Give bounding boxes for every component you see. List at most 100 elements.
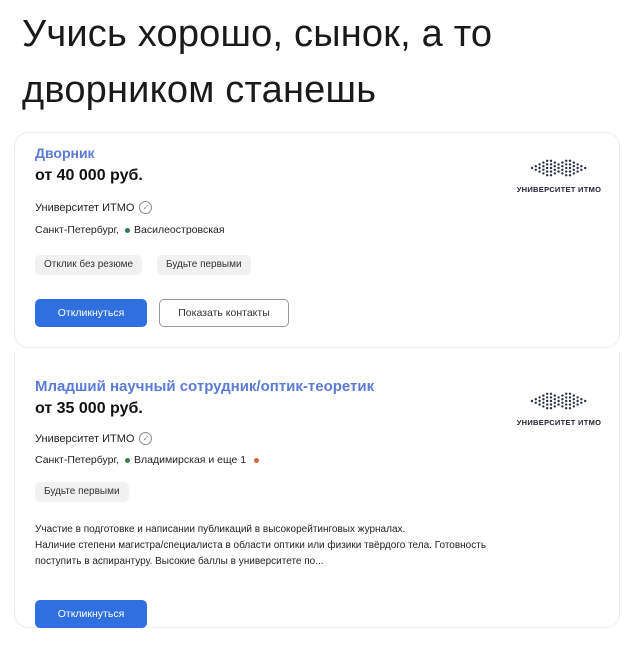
logo-dot <box>584 166 587 170</box>
vacancy-title-link[interactable]: Младший научный сотрудник/оптик-теоретик <box>35 378 374 395</box>
logo-dot <box>565 407 568 410</box>
employer-info: Университет ИТМО ✓ <box>35 432 153 445</box>
logo-dot <box>580 398 583 401</box>
logo-dot <box>580 165 583 168</box>
logo-dot <box>557 163 560 166</box>
logo-dot <box>565 159 568 162</box>
logo-dot <box>568 392 572 395</box>
logo-dot <box>576 403 579 406</box>
vacancy-description: Участие в подготовке и написании публика… <box>35 522 605 570</box>
logo-dot <box>557 396 560 399</box>
logo-dot <box>561 401 564 404</box>
apply-button[interactable]: Откликнуться <box>35 299 147 327</box>
be-first-tag: Будьте первыми <box>35 482 129 502</box>
logo-dot <box>530 399 534 403</box>
logo-dot <box>557 399 560 403</box>
logo-dot <box>542 398 545 401</box>
logo-dot <box>572 172 575 175</box>
logo-dot <box>546 170 549 173</box>
vacancy-salary: от 40 000 руб. <box>35 167 143 184</box>
logo-dot <box>553 168 556 171</box>
logo-dot <box>538 403 541 406</box>
logo-dot <box>553 405 556 408</box>
employer-logo[interactable]: УНИВЕРСИТЕТ ИТМО <box>511 390 607 427</box>
logo-dot <box>565 170 568 173</box>
employer-logo[interactable]: УНИВЕРСИТЕТ ИТМО <box>511 157 607 194</box>
logo-dot <box>534 168 537 171</box>
logo-dot <box>553 165 556 168</box>
logo-dot <box>568 396 572 399</box>
logo-dot <box>568 407 572 410</box>
logo-dot <box>549 174 553 177</box>
vacancy-card: Младший научный сотрудник/оптик-теоретик… <box>14 352 620 628</box>
logo-dot <box>553 161 556 164</box>
no-resume-tag: Отклик без резюме <box>35 255 143 275</box>
logo-dot <box>549 399 553 403</box>
logo-dot <box>565 174 568 177</box>
logo-dot <box>538 399 541 403</box>
employer-info: Университет ИТМО ✓ <box>35 201 153 214</box>
logo-dot <box>565 163 568 166</box>
logo-dot <box>568 166 572 170</box>
logo-dot <box>580 401 583 404</box>
logo-dot <box>549 403 553 406</box>
logo-dot <box>538 163 541 166</box>
logo-dot <box>565 166 568 170</box>
vacancy-location: Санкт-Петербург, Василеостровская <box>35 224 225 236</box>
logo-dot <box>549 166 553 170</box>
logo-dot <box>549 170 553 173</box>
logo-dot <box>568 163 572 166</box>
logo-dot <box>546 392 549 395</box>
logo-text: УНИВЕРСИТЕТ ИТМО <box>516 185 602 194</box>
logo-dot <box>542 405 545 408</box>
metro-line-icon <box>125 457 130 463</box>
logo-dot <box>557 170 560 173</box>
logo-dot <box>549 163 553 166</box>
logo-dot <box>538 170 541 173</box>
employer-name-link[interactable]: Университет ИТМО <box>35 202 134 214</box>
logo-dot <box>546 166 549 170</box>
logo-dot <box>561 398 564 401</box>
logo-dot <box>568 170 572 173</box>
logo-dot <box>553 172 556 175</box>
logo-dot <box>576 399 579 403</box>
logo-dot <box>572 394 575 397</box>
logo-dot <box>534 165 537 168</box>
caption-line-1: Учись хорошо, сынок, а то <box>22 13 493 55</box>
logo-dot <box>546 399 549 403</box>
logo-dot <box>576 163 579 166</box>
logo-dot <box>549 396 553 399</box>
logo-dot <box>553 401 556 404</box>
logo-dot <box>561 172 564 175</box>
verified-check-icon: ✓ <box>139 201 153 214</box>
logo-dot <box>561 405 564 408</box>
logo-dot <box>538 166 541 170</box>
logo-dot <box>553 394 556 397</box>
logo-dot <box>561 168 564 171</box>
city-label: Санкт-Петербург, <box>35 454 119 466</box>
logo-dot <box>557 403 560 406</box>
description-line: Наличие степени магистра/специалиста в о… <box>35 540 487 551</box>
logo-dot <box>542 165 545 168</box>
logo-dot <box>546 396 549 399</box>
logo-dot <box>561 161 564 164</box>
logo-dot <box>546 407 549 410</box>
show-contacts-button[interactable]: Показать контакты <box>159 299 289 327</box>
city-label: Санкт-Петербург, <box>35 224 119 236</box>
logo-dot <box>561 165 564 168</box>
logo-dot <box>546 174 549 177</box>
apply-button[interactable]: Откликнуться <box>35 600 147 628</box>
logo-dot <box>568 403 572 406</box>
vacancy-salary: от 35 000 руб. <box>35 400 143 417</box>
description-line: поступить в аспирантуру. Высокие баллы в… <box>35 556 324 567</box>
vacancy-card: Дворник от 40 000 руб. Университет ИТМО … <box>14 132 620 348</box>
logo-dot <box>542 161 545 164</box>
logo-dot <box>565 396 568 399</box>
logo-dot <box>572 161 575 164</box>
metro-station-label: Василеостровская <box>134 224 225 236</box>
logo-dot <box>542 401 545 404</box>
vacancy-title-link[interactable]: Дворник <box>35 145 95 161</box>
logo-dot <box>561 394 564 397</box>
logo-dot <box>572 168 575 171</box>
employer-name-link[interactable]: Университет ИТМО <box>35 433 134 445</box>
